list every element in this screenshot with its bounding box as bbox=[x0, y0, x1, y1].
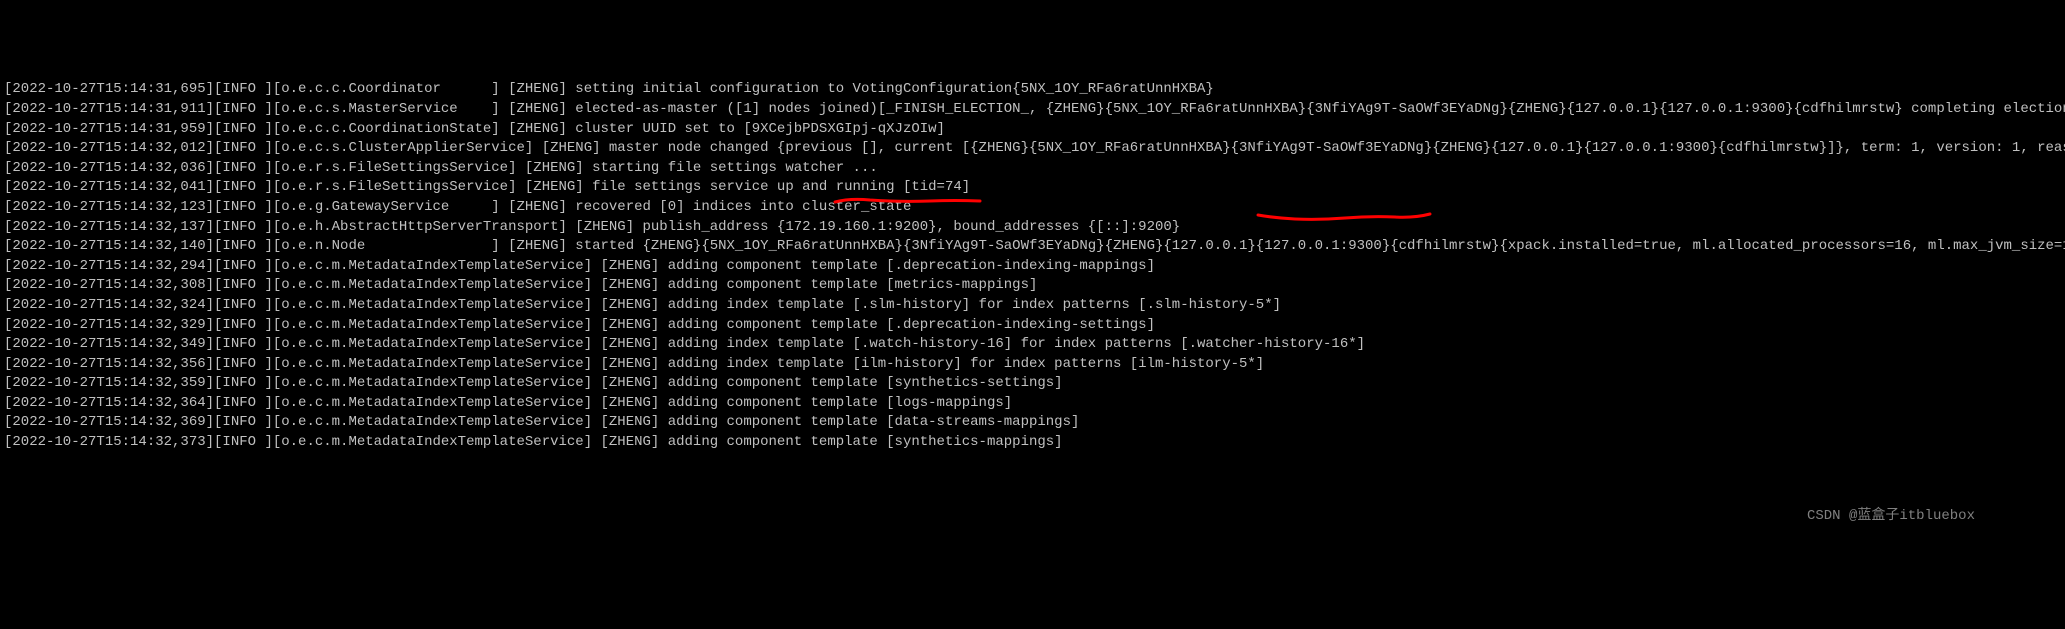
log-line: [2022-10-27T15:14:32,036][INFO ][o.e.r.s… bbox=[4, 159, 2061, 179]
watermark-text: CSDN @蓝盒子itbluebox bbox=[1807, 507, 1975, 527]
log-line: [2022-10-27T15:14:32,349][INFO ][o.e.c.m… bbox=[4, 335, 2061, 355]
log-line: [2022-10-27T15:14:32,308][INFO ][o.e.c.m… bbox=[4, 276, 2061, 296]
log-line: [2022-10-27T15:14:32,364][INFO ][o.e.c.m… bbox=[4, 394, 2061, 414]
log-line: [2022-10-27T15:14:32,356][INFO ][o.e.c.m… bbox=[4, 355, 2061, 375]
log-line: [2022-10-27T15:14:32,294][INFO ][o.e.c.m… bbox=[4, 257, 2061, 277]
log-line: [2022-10-27T15:14:32,369][INFO ][o.e.c.m… bbox=[4, 413, 2061, 433]
log-line: [2022-10-27T15:14:32,041][INFO ][o.e.r.s… bbox=[4, 178, 2061, 198]
log-line: [2022-10-27T15:14:32,373][INFO ][o.e.c.m… bbox=[4, 433, 2061, 453]
log-line: [2022-10-27T15:14:32,140][INFO ][o.e.n.N… bbox=[4, 237, 2061, 257]
log-line: [2022-10-27T15:14:32,329][INFO ][o.e.c.m… bbox=[4, 316, 2061, 336]
log-line: [2022-10-27T15:14:32,359][INFO ][o.e.c.m… bbox=[4, 374, 2061, 394]
log-line: [2022-10-27T15:14:31,695][INFO ][o.e.c.c… bbox=[4, 80, 2061, 100]
log-line: [2022-10-27T15:14:32,324][INFO ][o.e.c.m… bbox=[4, 296, 2061, 316]
terminal-log-output: [2022-10-27T15:14:31,695][INFO ][o.e.c.c… bbox=[4, 80, 2061, 452]
log-line: [2022-10-27T15:14:32,012][INFO ][o.e.c.s… bbox=[4, 139, 2061, 159]
log-line: [2022-10-27T15:14:31,911][INFO ][o.e.c.s… bbox=[4, 100, 2061, 120]
log-line: [2022-10-27T15:14:32,137][INFO ][o.e.h.A… bbox=[4, 218, 2061, 238]
log-line: [2022-10-27T15:14:32,123][INFO ][o.e.g.G… bbox=[4, 198, 2061, 218]
log-line: [2022-10-27T15:14:31,959][INFO ][o.e.c.c… bbox=[4, 120, 2061, 140]
